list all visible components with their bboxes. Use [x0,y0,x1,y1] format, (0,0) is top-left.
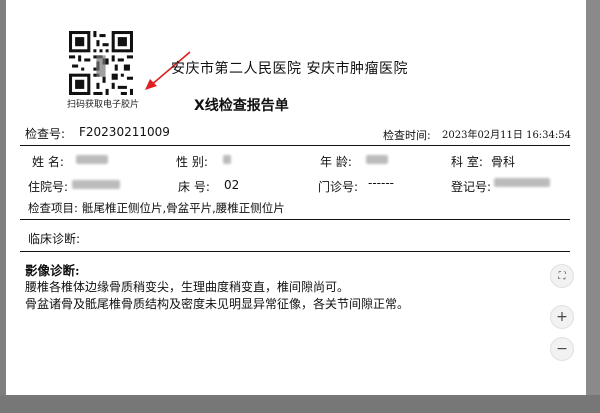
imaging-diagnosis-heading: 影像诊断: [25,263,80,278]
dept-value: 骨科 [491,155,516,169]
sex-label: 性 别: [176,155,208,169]
bed-value: 02 [224,178,240,192]
divider-clinical [20,251,570,252]
fit-screen-button[interactable]: ⛶ [550,264,574,288]
report-title: X线检查报告单 [194,98,289,114]
zoom-out-button[interactable]: − [550,337,574,361]
divider-top [20,145,570,146]
divider-items [20,219,570,220]
exam-number-value: F20230211009 [79,125,170,139]
imaging-diagnosis-line-1: 腰椎各椎体边缘骨质稍变尖，生理曲度稍变直，椎间隙尚可。 [25,280,350,294]
outpatient-label: 门诊号: [318,180,359,194]
name-label: 姓 名: [32,155,64,169]
bed-label: 床 号: [178,180,210,194]
register-redacted [494,178,550,187]
qr-caption: 扫码获取电子胶片 [67,100,140,110]
exam-items-label: 检查项目: [28,201,78,215]
inpatient-redacted [72,180,120,189]
name-redacted [76,155,108,164]
imaging-diagnosis-line-2: 骨盆诸骨及骶尾椎骨质结构及密度未见明显异常征像，各关节间隙正常。 [25,297,410,311]
exam-items-value: 骶尾椎正侧位片,骨盆平片,腰椎正侧位片 [82,201,285,215]
qr-code [69,31,133,95]
sex-redacted [223,155,231,164]
outpatient-value: ------ [368,176,394,190]
imaging-diagnosis: 影像诊断: 腰椎各椎体边缘骨质稍变尖，生理曲度稍变直，椎间隙尚可。 骨盆诸骨及骶… [25,262,409,313]
bottom-edge [0,395,600,413]
exam-number-label: 检查号: [25,127,66,141]
age-redacted [366,155,388,164]
clinical-diagnosis-label: 临床诊断: [28,232,81,246]
exam-time-value: 2023年02月11日 16:34:54 [442,130,571,141]
hospital-name: 安庆市第二人民医院 安庆市肿瘤医院 [171,61,408,77]
dept-label: 科 室: [451,155,483,169]
exam-time-label: 检查时间: [383,129,431,142]
viewer-scrollbar[interactable] [586,0,600,395]
age-label: 年 龄: [320,155,352,169]
register-label: 登记号: [451,180,492,194]
inpatient-label: 住院号: [28,180,69,194]
zoom-in-button[interactable]: + [550,305,574,329]
